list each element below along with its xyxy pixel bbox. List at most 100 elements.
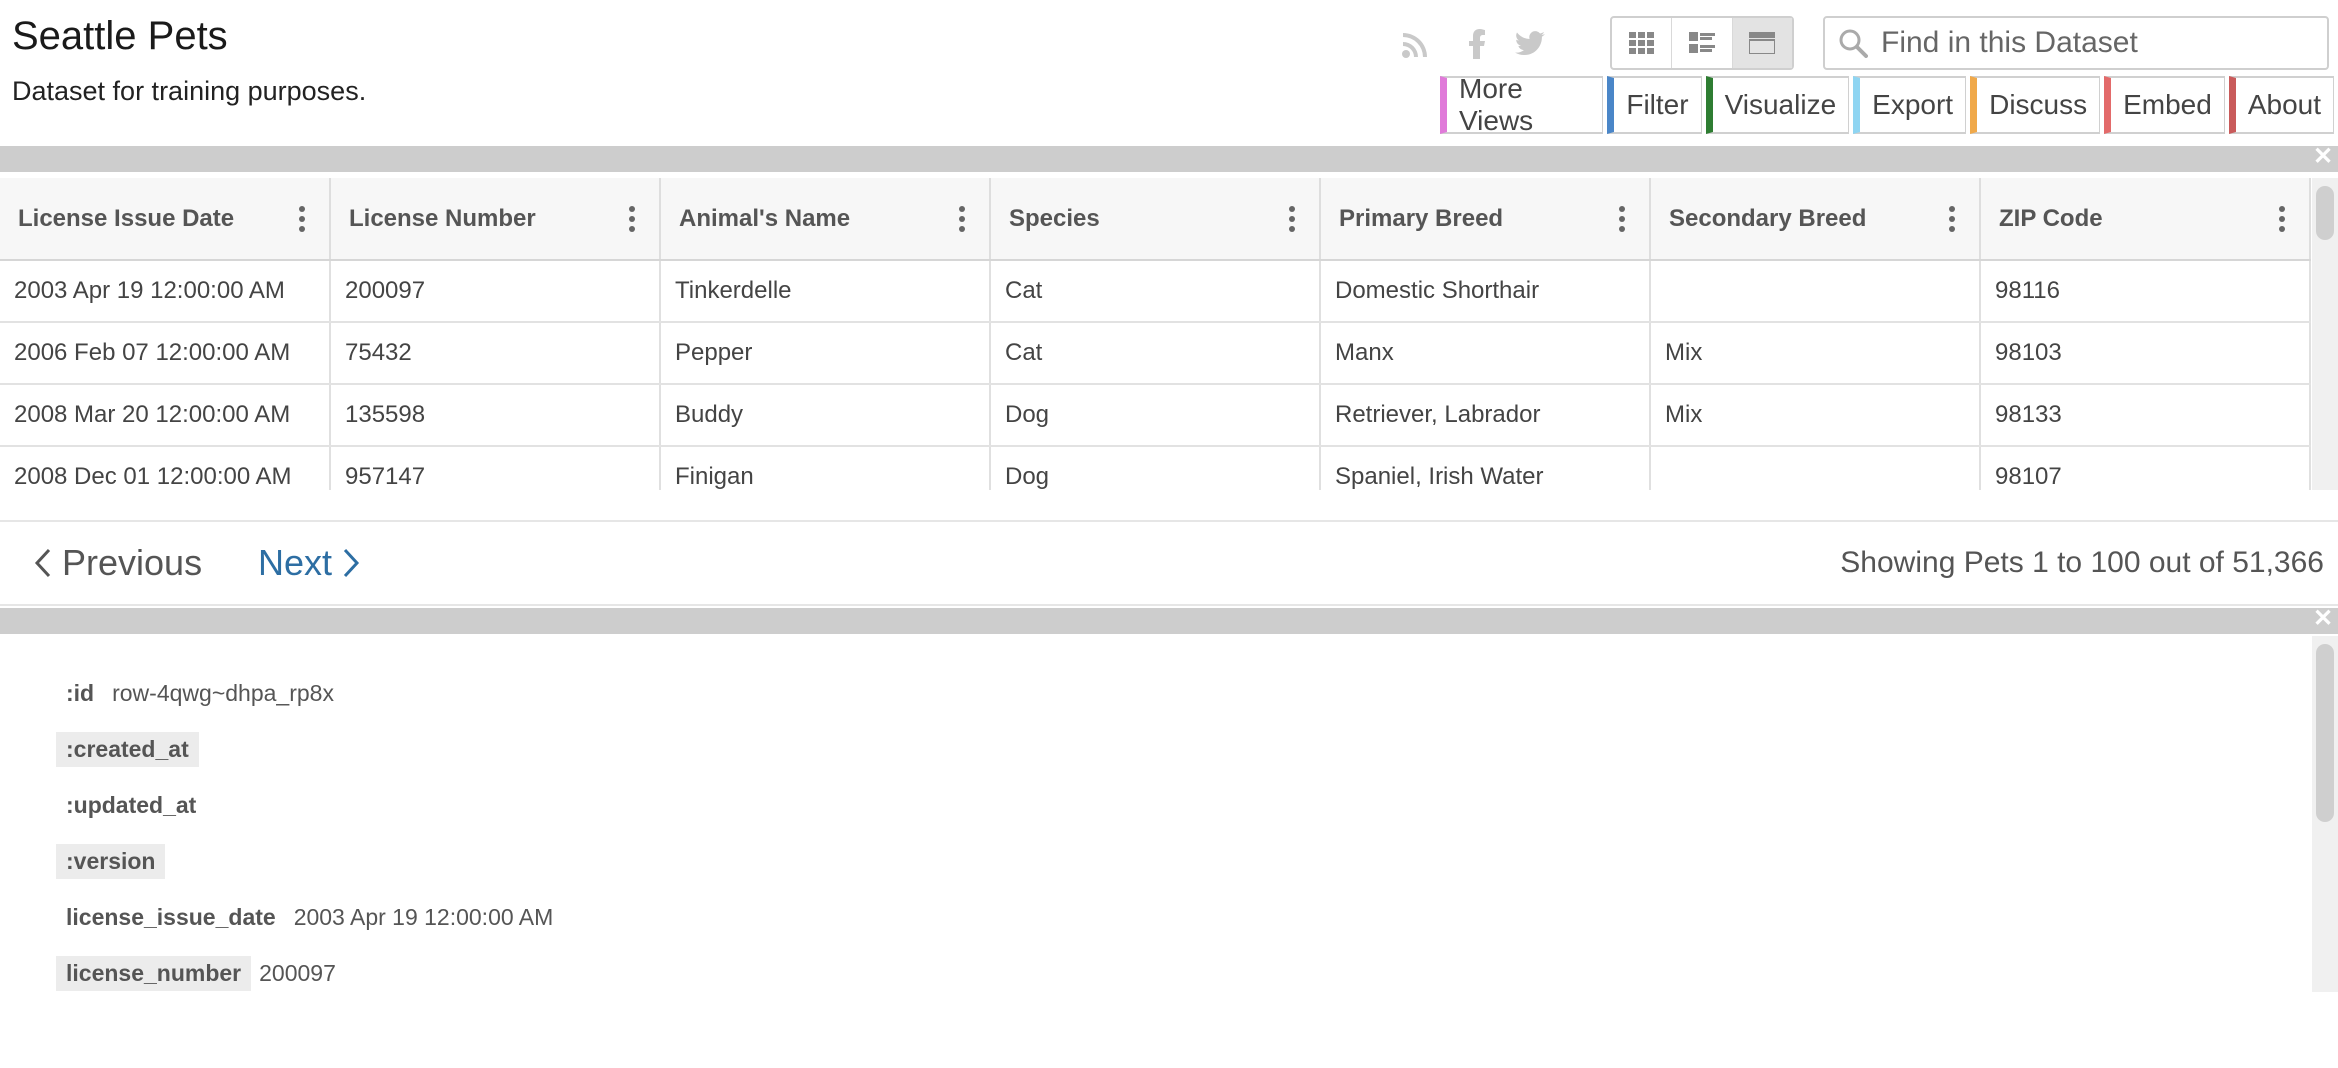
dataset-search [1823,16,2329,70]
table-cell[interactable]: Spaniel, Irish Water [1320,446,1651,490]
about-button[interactable]: About [2228,76,2334,134]
column-menu-icon[interactable] [959,206,965,232]
grid-scrollbar[interactable] [2312,178,2338,490]
close-icon[interactable]: ✕ [2312,145,2334,169]
grid-view-icon[interactable] [1612,18,1673,68]
table-cell[interactable]: Buddy [660,384,991,447]
action-bar: More Views Filter Visualize Export Discu… [1440,73,2338,136]
column-menu-icon[interactable] [1949,206,1955,232]
column-header-label: Animal's Name [679,204,851,232]
more-views-button[interactable]: More Views [1440,73,1604,136]
table-cell[interactable]: Pepper [660,322,991,385]
table-cell[interactable]: Cat [990,322,1321,385]
column-header-label: Species [1009,204,1100,232]
dataset-description: Dataset for training purposes. [12,76,367,106]
table-cell[interactable]: 957147 [330,446,661,490]
table-row[interactable]: 2003 Apr 19 12:00:00 AM 200097 Tinkerdel… [0,260,2311,323]
table-row[interactable]: 2006 Feb 07 12:00:00 AM 75432 Pepper Cat… [0,322,2311,385]
record-field: license_issue_date 2003 Apr 19 12:00:00 … [56,900,553,935]
table-header-row: License Issue Date License Number Animal… [0,178,2311,261]
column-header[interactable]: Secondary Breed [1650,178,1981,261]
rss-icon[interactable] [1396,24,1436,64]
list-view-icon[interactable] [1672,18,1733,68]
detail-pane-header: ✕ [0,607,2338,634]
dataset-title: Seattle Pets [12,14,228,58]
detail-scrollbar[interactable] [2312,636,2338,992]
chevron-left-icon [34,548,51,578]
column-header-label: License Issue Date [18,204,235,232]
record-field: :created_at [56,732,207,767]
column-menu-icon[interactable] [1619,206,1625,232]
scrollbar-thumb[interactable] [2316,644,2334,822]
close-icon[interactable]: ✕ [2312,607,2334,631]
discuss-button[interactable]: Discuss [1970,76,2101,134]
table-cell[interactable]: Finigan [660,446,991,490]
visualize-button[interactable]: Visualize [1705,76,1850,134]
table-cell[interactable]: Dog [990,446,1321,490]
table-cell[interactable]: Mix [1650,384,1981,447]
field-key: :created_at [56,732,199,767]
column-menu-icon[interactable] [299,206,305,232]
field-key: :updated_at [66,792,197,818]
table-row[interactable]: 2008 Dec 01 12:00:00 AM 957147 Finigan D… [0,446,2311,490]
column-header[interactable]: Animal's Name [660,178,991,261]
column-menu-icon[interactable] [629,206,635,232]
record-field: :updated_at [56,788,214,823]
chevron-right-icon [343,548,360,578]
field-value: row-4qwg~dhpa_rp8x [112,680,334,706]
table-cell[interactable] [1650,260,1981,323]
column-header[interactable]: ZIP Code [1980,178,2311,261]
export-button[interactable]: Export [1853,76,1967,134]
record-field: :id row-4qwg~dhpa_rp8x [56,676,334,711]
previous-label: Previous [62,542,203,583]
table-cell[interactable]: 2008 Mar 20 12:00:00 AM [0,384,331,447]
column-header[interactable]: License Number [330,178,661,261]
table-cell[interactable]: 98133 [1980,384,2311,447]
page-view-icon[interactable] [1732,18,1792,68]
table-cell[interactable]: Cat [990,260,1321,323]
table-cell[interactable]: Retriever, Labrador [1320,384,1651,447]
column-header[interactable]: Primary Breed [1320,178,1651,261]
table-cell[interactable]: Tinkerdelle [660,260,991,323]
table-cell[interactable]: 98107 [1980,446,2311,490]
record-detail: :id row-4qwg~dhpa_rp8x :created_at :upda… [0,636,2312,992]
table-cell[interactable]: 2006 Feb 07 12:00:00 AM [0,322,331,385]
embed-button[interactable]: Embed [2104,76,2225,134]
search-icon [1825,28,1881,58]
row-count-status: Showing Pets 1 to 100 out of 51,366 [1840,546,2324,579]
table-cell[interactable]: 2003 Apr 19 12:00:00 AM [0,260,331,323]
data-grid: License Issue Date License Number Animal… [0,178,2312,490]
column-header-label: ZIP Code [1999,204,2103,232]
table-cell[interactable]: Mix [1650,322,1981,385]
table-cell[interactable]: 2008 Dec 01 12:00:00 AM [0,446,331,490]
table-cell[interactable] [1650,446,1981,490]
table-cell[interactable]: 200097 [330,260,661,323]
table-cell[interactable]: 135598 [330,384,661,447]
column-header-label: Primary Breed [1339,204,1504,232]
table-row[interactable]: 2008 Mar 20 12:00:00 AM 135598 Buddy Dog… [0,384,2311,447]
pager: Previous Next Showing Pets 1 to 100 out … [0,520,2338,606]
table-cell[interactable]: Manx [1320,322,1651,385]
table-cell[interactable]: 98103 [1980,322,2311,385]
search-input[interactable] [1881,26,2311,60]
previous-button[interactable]: Previous [24,542,202,584]
column-header[interactable]: License Issue Date [0,178,331,261]
field-value: 2003 Apr 19 12:00:00 AM [293,904,554,930]
record-field: :version [56,844,173,879]
column-menu-icon[interactable] [2279,206,2285,232]
filter-button[interactable]: Filter [1607,76,1702,134]
column-header-label: Secondary Breed [1669,204,1867,232]
next-button[interactable]: Next [258,542,370,584]
scrollbar-thumb[interactable] [2316,186,2334,240]
twitter-icon[interactable] [1510,24,1550,64]
table-cell[interactable]: Dog [990,384,1321,447]
field-key: license_number [56,956,252,991]
table-cell[interactable]: Domestic Shorthair [1320,260,1651,323]
column-header-label: License Number [349,204,536,232]
facebook-icon[interactable] [1457,24,1497,64]
table-cell[interactable]: 75432 [330,322,661,385]
record-field: license_number 200097 [56,956,336,991]
column-header[interactable]: Species [990,178,1321,261]
table-cell[interactable]: 98116 [1980,260,2311,323]
column-menu-icon[interactable] [1289,206,1295,232]
